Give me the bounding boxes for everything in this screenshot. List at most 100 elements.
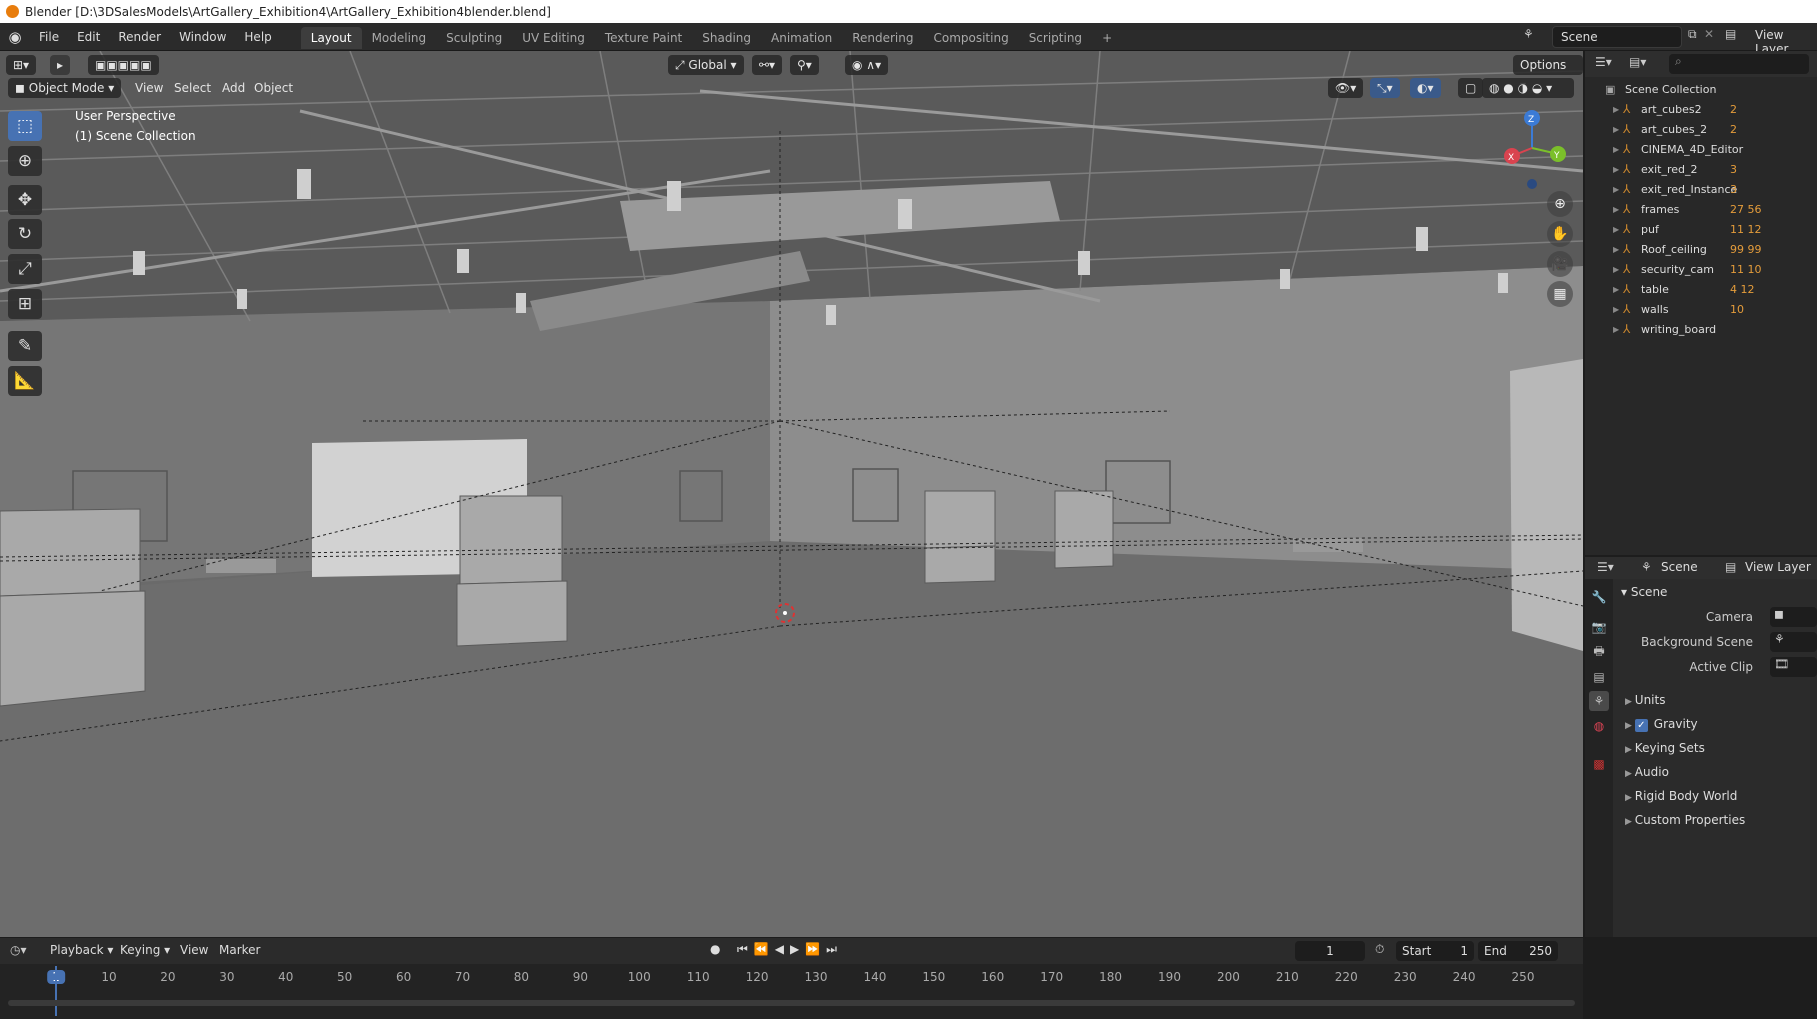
- tab-rendering[interactable]: Rendering: [842, 27, 923, 49]
- frame-ruler[interactable]: 1102030405060708090100110120130140150160…: [0, 938, 1583, 998]
- timeline-scrollbar[interactable]: [8, 1000, 1575, 1006]
- expand-arrow-icon[interactable]: ▶: [1613, 185, 1623, 194]
- shading-modes[interactable]: ◍ ● ◑ ◒ ▾: [1482, 78, 1574, 98]
- scene-tab-icon[interactable]: ⚘: [1589, 691, 1609, 711]
- pan-hand-icon[interactable]: ✋: [1547, 221, 1573, 247]
- outliner-search-input[interactable]: ⌕: [1669, 54, 1809, 74]
- outliner-item[interactable]: ▶ ⅄ security_cam 11 10: [1585, 259, 1817, 279]
- viewport-menu-select[interactable]: Select: [167, 78, 218, 98]
- outliner-item[interactable]: ▶ ⅄ frames 27 56: [1585, 199, 1817, 219]
- add-workspace-button[interactable]: +: [1092, 27, 1122, 49]
- expand-arrow-icon[interactable]: ▶: [1613, 305, 1623, 314]
- scene-selector[interactable]: Scene: [1552, 26, 1682, 48]
- scene-section-header[interactable]: ▾ Scene: [1621, 585, 1667, 599]
- expand-arrow-icon[interactable]: ▶: [1613, 325, 1623, 334]
- view-layer-icon[interactable]: ▤: [1725, 27, 1736, 41]
- camera-field[interactable]: ◼: [1770, 607, 1817, 627]
- snap-icon[interactable]: ⚲▾: [790, 55, 819, 75]
- camera-view-icon[interactable]: 🎥: [1547, 251, 1573, 277]
- transform-tool-icon[interactable]: ⊞: [8, 289, 42, 319]
- expand-arrow-icon[interactable]: ▶: [1613, 205, 1623, 214]
- options-menu[interactable]: Options ▾: [1513, 55, 1583, 92]
- navigation-gizmo[interactable]: Z Y X: [1490, 106, 1570, 196]
- outliner-item[interactable]: ▶ ⅄ writing_board: [1585, 319, 1817, 339]
- zoom-icon[interactable]: ⊕: [1547, 191, 1573, 217]
- outliner-editor-type-icon[interactable]: ☰▾: [1595, 55, 1612, 69]
- delete-scene-icon[interactable]: ✕: [1704, 27, 1714, 41]
- expand-arrow-icon[interactable]: ▶: [1613, 105, 1623, 114]
- select-box-modes[interactable]: ▣▣▣▣▣: [88, 55, 159, 75]
- proportional-edit-icon[interactable]: ◉ ∧▾: [845, 55, 889, 75]
- tab-sculpting[interactable]: Sculpting: [436, 27, 512, 49]
- editor-type-icon[interactable]: ⊞▾: [6, 55, 37, 75]
- tab-compositing[interactable]: Compositing: [923, 27, 1018, 49]
- rotate-tool-icon[interactable]: ↻: [8, 219, 42, 249]
- pivot-point-icon[interactable]: ⚯▾: [752, 55, 783, 75]
- tab-animation[interactable]: Animation: [761, 27, 842, 49]
- outliner-item[interactable]: ▶ ⅄ puf 11 12: [1585, 219, 1817, 239]
- expand-arrow-icon[interactable]: ▶: [1613, 285, 1623, 294]
- move-tool-icon[interactable]: ✥: [8, 185, 42, 215]
- outliner-item[interactable]: ▶ ⅄ Roof_ceiling 99 99: [1585, 239, 1817, 259]
- viewport-menu-object[interactable]: Object: [247, 78, 300, 98]
- tab-modeling[interactable]: Modeling: [362, 27, 437, 49]
- scale-tool-icon[interactable]: ⤢: [8, 254, 42, 284]
- outliner-item[interactable]: ▶ ⅄ CINEMA_4D_Editor: [1585, 139, 1817, 159]
- outliner-item[interactable]: ▶ ⅄ exit_red_2 3: [1585, 159, 1817, 179]
- xray-icon[interactable]: ▢: [1458, 78, 1484, 98]
- world-tab-icon[interactable]: ◍: [1589, 716, 1609, 736]
- expand-arrow-icon[interactable]: ▶: [1613, 165, 1623, 174]
- menu-window[interactable]: Window: [170, 23, 235, 51]
- select-tool-icon[interactable]: ⬚: [8, 111, 42, 141]
- gravity-checkbox[interactable]: ✓: [1634, 719, 1648, 732]
- playhead[interactable]: [55, 966, 57, 1016]
- visibility-icon[interactable]: 👁▾: [1328, 78, 1364, 98]
- annotate-tool-icon[interactable]: ✎: [8, 331, 42, 361]
- display-mode-icon[interactable]: ▤▾: [1629, 55, 1646, 69]
- properties-editor-type-icon[interactable]: ☰▾: [1597, 560, 1614, 574]
- panel-rigid-body-world[interactable]: ▶ Rigid Body World: [1625, 789, 1737, 803]
- select-mode-icon[interactable]: ▸: [50, 55, 71, 75]
- tab-layout[interactable]: Layout: [300, 27, 362, 49]
- outliner-item[interactable]: ▶ ⅄ art_cubes2 2: [1585, 99, 1817, 119]
- outliner-item[interactable]: ▶ ⅄ art_cubes_2 2: [1585, 119, 1817, 139]
- outliner-item[interactable]: ▶ ⅄ table 4 12: [1585, 279, 1817, 299]
- ortho-grid-icon[interactable]: ▦: [1547, 281, 1573, 307]
- background-scene-field[interactable]: ⚘: [1770, 632, 1817, 652]
- tab-texture-paint[interactable]: Texture Paint: [595, 27, 692, 49]
- outliner-root[interactable]: ▣ Scene Collection: [1585, 79, 1817, 99]
- panel-gravity[interactable]: ▶ ✓ Gravity: [1625, 717, 1698, 732]
- panel-custom-properties[interactable]: ▶ Custom Properties: [1625, 813, 1745, 827]
- expand-arrow-icon[interactable]: ▶: [1613, 145, 1623, 154]
- menu-file[interactable]: File: [30, 23, 68, 51]
- panel-units[interactable]: ▶ Units: [1625, 693, 1665, 707]
- tab-shading[interactable]: Shading: [692, 27, 761, 49]
- properties-view-layer-label[interactable]: View Layer: [1745, 560, 1811, 574]
- overlay-toggle-icon[interactable]: ◐▾: [1410, 78, 1441, 98]
- viewport-menu-view[interactable]: View: [128, 78, 170, 98]
- tab-scripting[interactable]: Scripting: [1019, 27, 1092, 49]
- tool-tab-icon[interactable]: 🔧: [1589, 587, 1609, 607]
- object-mode-selector[interactable]: ◼ Object Mode ▾: [8, 78, 122, 98]
- expand-arrow-icon[interactable]: ▶: [1613, 125, 1623, 134]
- transform-orientation-selector[interactable]: ⤢ Global ▾: [668, 55, 744, 75]
- new-scene-icon[interactable]: ⧉: [1688, 27, 1697, 42]
- texture-tab-icon[interactable]: ▩: [1589, 754, 1609, 774]
- expand-arrow-icon[interactable]: ▶: [1613, 245, 1623, 254]
- expand-arrow-icon[interactable]: ▶: [1613, 265, 1623, 274]
- active-clip-field[interactable]: 🎞: [1770, 657, 1817, 677]
- scene-icon[interactable]: ⚘: [1523, 27, 1534, 41]
- 3d-viewport[interactable]: ⊞▾ ▸ ▣▣▣▣▣ ⤢ Global ▾ ⚯▾ ⚲▾ ◉ ∧▾ Options…: [0, 51, 1583, 937]
- measure-tool-icon[interactable]: 📐: [8, 366, 42, 396]
- gizmo-toggle-icon[interactable]: ⤡▾: [1370, 78, 1400, 98]
- menu-edit[interactable]: Edit: [68, 23, 109, 51]
- panel-keying-sets[interactable]: ▶ Keying Sets: [1625, 741, 1705, 755]
- properties-scene-label[interactable]: Scene: [1661, 560, 1698, 574]
- panel-audio[interactable]: ▶ Audio: [1625, 765, 1669, 779]
- tab-uv-editing[interactable]: UV Editing: [512, 27, 595, 49]
- blender-menu-icon[interactable]: ◉: [0, 28, 30, 46]
- outliner-item[interactable]: ▶ ⅄ exit_red_Instance 3: [1585, 179, 1817, 199]
- menu-render[interactable]: Render: [109, 23, 170, 51]
- outliner-item[interactable]: ▶ ⅄ walls 10: [1585, 299, 1817, 319]
- cursor-tool-icon[interactable]: ⊕: [8, 146, 42, 176]
